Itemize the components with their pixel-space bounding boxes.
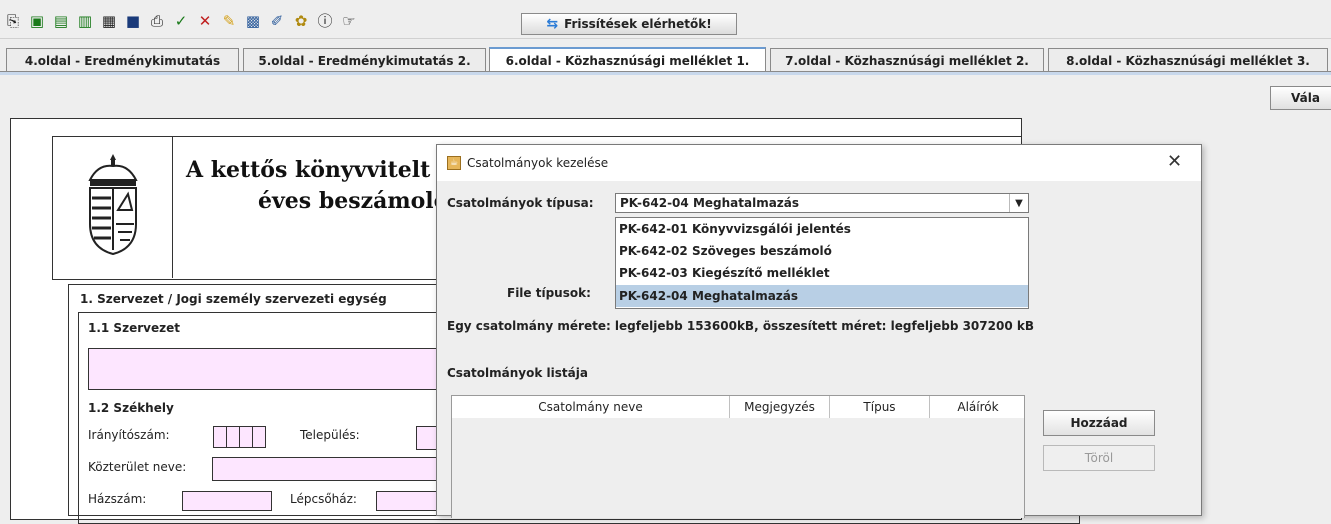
attachment-type-value: PK-642-04 Meghatalmazás	[620, 196, 800, 210]
page-tabs: 4.oldal - Eredménykimutatás 5.oldal - Er…	[0, 47, 1331, 73]
attachment-list-label: Csatolmányok listája	[447, 366, 588, 380]
column-attachment-name[interactable]: Csatolmány neve	[452, 396, 730, 418]
option-pk-642-01[interactable]: PK-642-01 Könyvvizsgálói jelentés	[616, 218, 1028, 240]
tools-icon[interactable]: ✐	[268, 12, 286, 30]
option-pk-642-03[interactable]: PK-642-03 Kiegészítő melléklet	[616, 262, 1028, 284]
street-label: Közterület neve:	[88, 460, 187, 474]
tab-page-7[interactable]: 7.oldal - Közhasznúsági melléklet 2.	[770, 48, 1044, 72]
document-icon[interactable]: ▦	[100, 12, 118, 30]
option-pk-642-02[interactable]: PK-642-02 Szöveges beszámoló	[616, 240, 1028, 262]
attachments-dialog: ☕ Csatolmányok kezelése ✕ Csatolmányok t…	[436, 144, 1202, 518]
form-title: A kettős könyvvitelt ve	[186, 157, 465, 183]
chevron-down-icon[interactable]: ▼	[1009, 194, 1028, 212]
info-icon[interactable]: ⓘ	[316, 12, 334, 30]
form-subtitle: éves beszámoló	[258, 188, 449, 214]
attachments-table-body[interactable]	[451, 418, 1025, 518]
coat-of-arms-icon	[88, 154, 138, 256]
edit-icon[interactable]: ✎	[220, 12, 238, 30]
tab-page-4[interactable]: 4.oldal - Eredménykimutatás	[6, 48, 239, 72]
save-close-icon[interactable]: ▥	[76, 12, 94, 30]
close-icon[interactable]: ✕	[1167, 151, 1182, 173]
section-1-title: 1. Szervezet / Jogi személy szervezeti e…	[80, 292, 387, 306]
size-info-text: Egy csatolmány mérete: legfeljebb 153600…	[447, 319, 1034, 333]
refresh-icon: ⇆	[546, 16, 559, 32]
save-as-icon[interactable]: ▤	[52, 12, 70, 30]
book-icon[interactable]: ■	[124, 12, 142, 30]
delete-attachment-button[interactable]: Töröl	[1043, 445, 1155, 471]
pointer-icon[interactable]: ☞	[340, 12, 358, 30]
delete-icon[interactable]: ✕	[196, 12, 214, 30]
stair-label: Lépcsőház:	[290, 492, 357, 506]
tab-divider	[0, 71, 1331, 75]
option-pk-642-04[interactable]: PK-642-04 Meghatalmazás	[616, 285, 1028, 307]
house-number-field[interactable]	[182, 491, 272, 511]
tab-page-5[interactable]: 5.oldal - Eredménykimutatás 2.	[243, 48, 486, 72]
street-field[interactable]	[212, 457, 446, 481]
calculator-icon[interactable]: ▩	[244, 12, 262, 30]
dialog-title: Csatolmányok kezelése	[467, 156, 609, 170]
check-icon[interactable]: ✓	[172, 12, 190, 30]
select-button[interactable]: Vála	[1270, 86, 1331, 110]
tab-page-8[interactable]: 8.oldal - Közhasznúsági melléklet 3.	[1048, 48, 1328, 72]
attachment-type-select[interactable]: PK-642-04 Meghatalmazás ▼	[615, 193, 1029, 213]
section-1-1-title: 1.1 Szervezet	[88, 321, 180, 335]
section-1-2-title: 1.2 Székhely	[88, 401, 174, 415]
column-signers[interactable]: Aláírók	[930, 396, 1026, 418]
zip-label: Irányítószám:	[88, 428, 170, 442]
updates-available-button[interactable]: ⇆ Frissítések elérhetők!	[521, 13, 737, 35]
attachment-type-dropdown: PK-642-01 Könyvvizsgálói jelentés PK-642…	[615, 217, 1029, 309]
toolbar: ⎘ ▣ ▤ ▥ ▦ ■ ⎙ ✓ ✕ ✎ ▩ ✐ ✿ ⓘ ☞ ⇆ Frissíté…	[0, 0, 1331, 39]
city-label: Település:	[300, 428, 360, 442]
dialog-titlebar: ☕ Csatolmányok kezelése ✕	[437, 145, 1201, 181]
attachment-type-label: Csatolmányok típusa:	[447, 196, 594, 210]
zip-code-field[interactable]	[213, 426, 266, 448]
updates-available-label: Frissítések elérhetők!	[564, 17, 712, 31]
column-type[interactable]: Típus	[830, 396, 930, 418]
java-app-icon: ☕	[447, 156, 461, 170]
file-types-label: File típusok:	[507, 286, 591, 300]
house-number-label: Házszám:	[88, 492, 147, 506]
attachments-table-header: Csatolmány neve Megjegyzés Típus Aláírók	[451, 395, 1025, 419]
key-icon[interactable]: ✿	[292, 12, 310, 30]
save-icon[interactable]: ▣	[28, 12, 46, 30]
header-divider	[172, 136, 173, 278]
tab-page-6[interactable]: 6.oldal - Közhasznúsági melléklet 1.	[489, 47, 766, 73]
copy-icon[interactable]: ⎘	[4, 12, 22, 30]
column-note[interactable]: Megjegyzés	[730, 396, 830, 418]
add-attachment-button[interactable]: Hozzáad	[1043, 410, 1155, 436]
print-icon[interactable]: ⎙	[148, 12, 166, 30]
